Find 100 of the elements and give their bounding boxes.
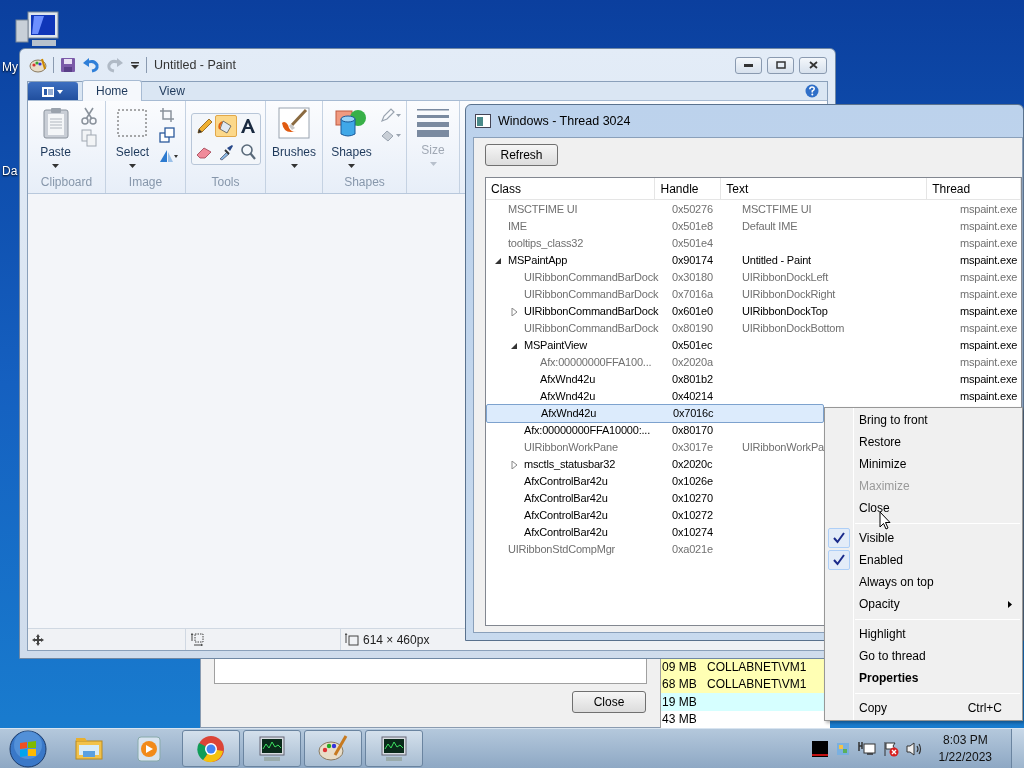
expander-icon[interactable] — [511, 341, 518, 350]
class-cell[interactable]: AfxControlBar42u — [524, 507, 608, 524]
thread-cell: mspaint.exe — [960, 390, 1018, 403]
ribbon-tab[interactable]: Home — [82, 80, 142, 101]
handle-cell: 0x801b2 — [672, 373, 713, 386]
menu-item[interactable]: Close — [825, 497, 1022, 519]
clock[interactable]: 8:03 PM 1/22/2023 — [938, 731, 992, 766]
column-header[interactable]: Handle — [655, 178, 722, 199]
handle-cell: 0x30180 — [672, 271, 713, 284]
desktop-icon-label[interactable]: Da — [2, 162, 18, 180]
handle-cell: 0x1026e — [672, 475, 713, 488]
line-width-icon — [417, 107, 449, 137]
text-cell: UIRibbonDockBottom — [742, 322, 845, 335]
column-header[interactable]: Text — [721, 178, 928, 199]
class-cell[interactable]: Afx:00000000FFA10000:... — [524, 422, 651, 439]
handle-cell: 0x50276 — [672, 203, 713, 216]
outline-icon[interactable] — [379, 107, 402, 123]
ribbon-button[interactable]: Select — [111, 101, 154, 177]
class-cell[interactable]: tooltips_class32 — [508, 235, 584, 252]
class-cell[interactable]: AfxControlBar42u — [524, 524, 608, 541]
refresh-button[interactable]: Refresh — [485, 144, 558, 166]
class-cell[interactable]: AfxWnd42u — [540, 371, 596, 388]
ribbon-button[interactable]: Brushes — [268, 101, 320, 177]
menu-item[interactable]: Opacity — [825, 593, 1022, 615]
class-cell[interactable]: UIRibbonStdCompMgr — [508, 541, 616, 558]
close-button[interactable] — [799, 56, 827, 74]
class-cell[interactable]: MSPaintView — [524, 337, 588, 354]
user-cell-text: COLLABNET\VM1 — [707, 676, 807, 694]
class-cell[interactable]: UIRibbonCommandBarDock — [524, 303, 659, 320]
handle-cell: 0x2020c — [672, 458, 713, 471]
selection-size-icon — [191, 633, 205, 646]
menu-item[interactable]: Always on top — [825, 571, 1022, 593]
text-cell: UIRibbonWorkPa — [742, 441, 824, 454]
handle-cell: 0x90174 — [672, 254, 713, 267]
computer-icon[interactable] — [14, 10, 60, 48]
thread-cell: mspaint.exe — [960, 203, 1018, 216]
show-desktop-button[interactable] — [1011, 728, 1024, 768]
class-cell[interactable]: AfxWnd42u — [541, 405, 597, 422]
ribbon-button[interactable]: Paste — [36, 101, 75, 177]
class-cell[interactable]: MSPaintApp — [508, 252, 568, 269]
submenu-arrow-icon — [1008, 600, 1012, 608]
desktop-icon-label[interactable]: My — [2, 58, 18, 76]
class-cell[interactable]: IME — [508, 218, 527, 235]
ribbon-button[interactable]: Shapes — [327, 101, 376, 177]
column-header[interactable]: Class — [486, 178, 656, 199]
ribbon-tab[interactable]: View — [146, 81, 198, 100]
help-icon[interactable] — [805, 84, 819, 98]
caret-icon — [348, 164, 355, 168]
menu-item[interactable]: Highlight — [825, 623, 1022, 645]
menu-item[interactable]: Minimize — [825, 453, 1022, 475]
menu-item[interactable]: Restore — [825, 431, 1022, 453]
expander-icon[interactable] — [495, 256, 502, 265]
taskbar-button[interactable] — [243, 730, 301, 767]
menu-item[interactable]: Visible — [825, 527, 1022, 549]
class-cell[interactable]: AfxControlBar42u — [524, 473, 608, 490]
close-button[interactable]: Close — [572, 691, 646, 713]
text-cell: Default IME — [742, 220, 798, 233]
palette-icon[interactable] — [29, 57, 47, 73]
class-cell[interactable]: AfxControlBar42u — [524, 490, 608, 507]
class-cell[interactable]: msctls_statusbar32 — [524, 456, 616, 473]
class-cell[interactable]: UIRibbonCommandBarDock — [524, 320, 659, 337]
start-button[interactable] — [7, 729, 49, 768]
text-area[interactable] — [214, 659, 647, 684]
taskbar-button[interactable] — [365, 730, 423, 767]
class-cell[interactable]: UIRibbonWorkPane — [524, 439, 618, 456]
text-cell: MSCTFIME UI — [742, 203, 812, 216]
network-icon[interactable] — [857, 740, 876, 757]
memory-cell-text: 68 MB — [661, 676, 698, 694]
class-cell[interactable]: MSCTFIME UI — [508, 201, 578, 218]
menu-item[interactable]: Enabled — [825, 549, 1022, 571]
crop-icon[interactable] — [159, 107, 176, 123]
menu-item[interactable]: Bring to front — [825, 409, 1022, 431]
undo-icon[interactable] — [82, 57, 100, 73]
maximize-button[interactable] — [767, 56, 794, 74]
speaker-icon[interactable] — [905, 740, 924, 757]
column-header[interactable]: Thread — [927, 178, 1021, 199]
handle-cell: 0x10274 — [672, 526, 713, 539]
tray-app-icon[interactable] — [811, 740, 828, 757]
text-cell: UIRibbonDockTop — [742, 305, 828, 318]
class-cell[interactable]: AfxWnd42u — [540, 388, 596, 405]
cut-icon[interactable] — [80, 107, 97, 125]
thread-cell: mspaint.exe — [960, 305, 1018, 318]
text-icon — [238, 117, 257, 135]
selection-icon — [116, 107, 149, 139]
resize-icon[interactable] — [159, 127, 176, 143]
class-cell[interactable]: UIRibbonCommandBarDock — [524, 269, 659, 286]
minimize-button[interactable] — [735, 56, 762, 74]
action-center-icon[interactable] — [882, 740, 899, 757]
caret-icon — [129, 164, 136, 168]
canvas-size-icon — [345, 633, 359, 646]
class-cell[interactable]: UIRibbonCommandBarDock — [524, 286, 659, 303]
thread-cell: mspaint.exe — [960, 339, 1018, 352]
save-icon[interactable] — [60, 57, 76, 73]
text-cell: UIRibbonDockRight — [742, 288, 836, 301]
selected-tree-row[interactable]: AfxWnd42u 0x7016c — [486, 404, 824, 423]
handle-cell: 0x7016a — [672, 288, 713, 301]
customize-dropdown-icon[interactable] — [130, 60, 140, 70]
thread-cell: mspaint.exe — [960, 237, 1018, 250]
class-cell[interactable]: Afx:00000000FFA100... — [540, 354, 652, 371]
window-title: Windows - Thread 3024 — [498, 112, 631, 130]
